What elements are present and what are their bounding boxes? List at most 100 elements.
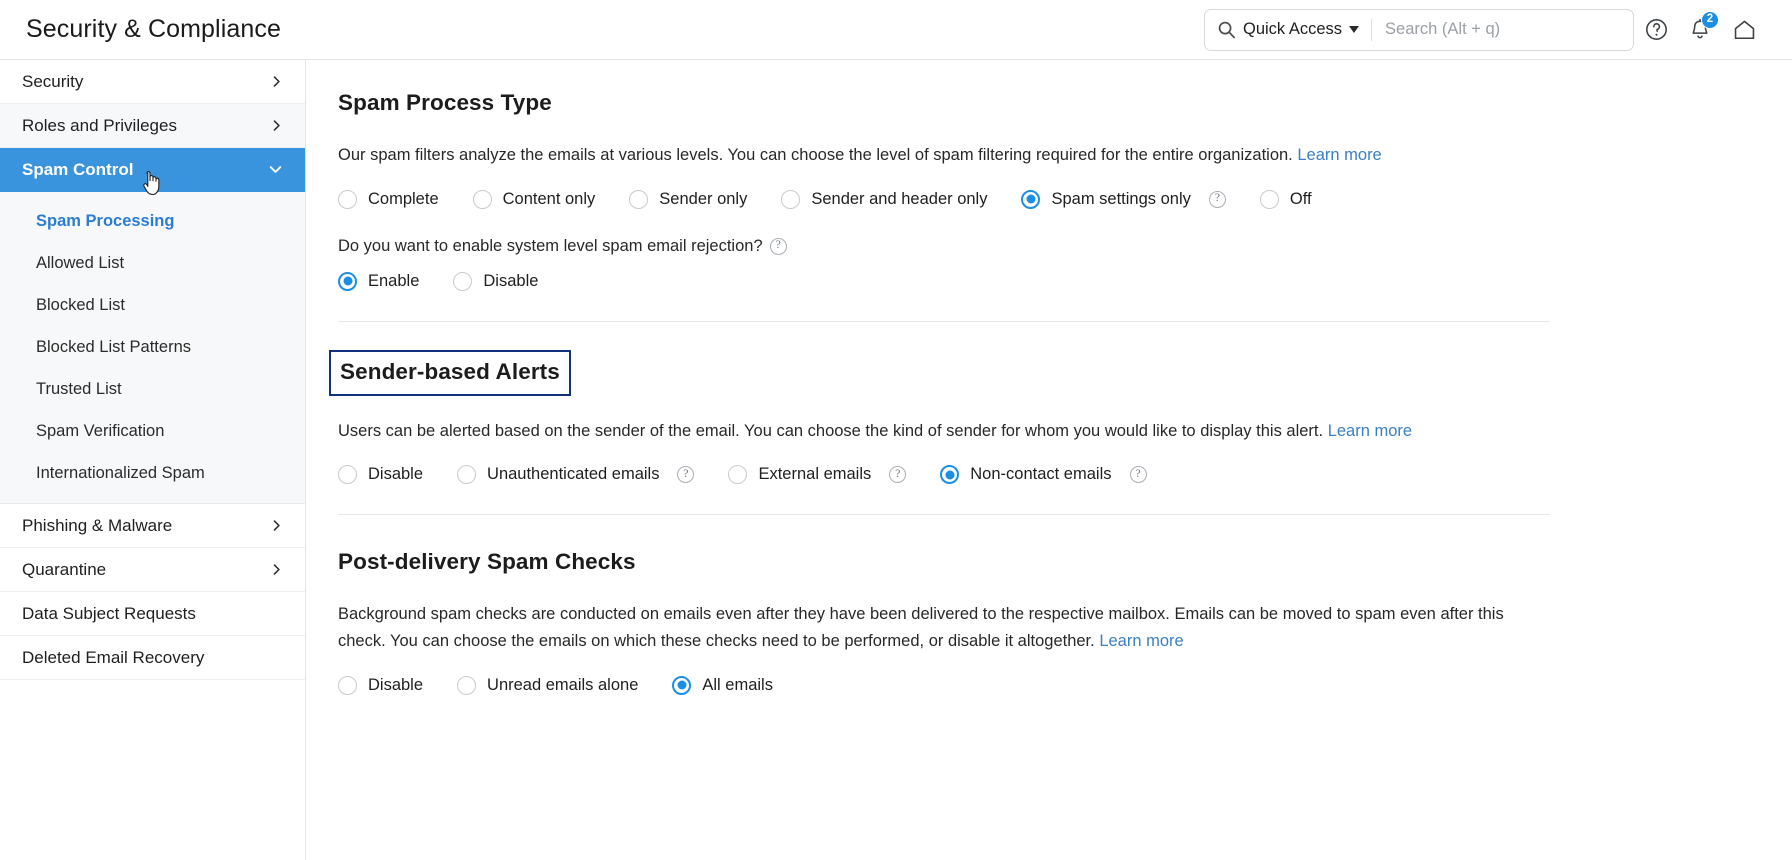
sidebar-item-blocked-list[interactable]: Blocked List — [0, 284, 305, 326]
chevron-right-icon — [270, 119, 283, 132]
sidebar-item-spam-control[interactable]: Spam Control — [0, 148, 305, 192]
radio-dot — [453, 271, 473, 291]
help-button[interactable] — [1634, 8, 1678, 52]
radio-label: Sender only — [659, 189, 748, 208]
sidebar-subitem-label: Allowed List — [36, 253, 125, 272]
post-delivery-spam-checks-description: Background spam checks are conducted on … — [338, 601, 1553, 654]
sidebar-item-quarantine[interactable]: Quarantine — [0, 548, 305, 592]
radio-complete[interactable]: Complete — [338, 186, 439, 213]
description-text: Our spam filters analyze the emails at v… — [338, 146, 1293, 164]
help-icon[interactable]: ? — [889, 466, 907, 484]
sidebar-item-spam-processing[interactable]: Spam Processing — [0, 200, 305, 242]
help-icon[interactable]: ? — [677, 466, 695, 484]
sidebar-item-label: Spam Control — [22, 159, 134, 179]
radio-all-emails[interactable]: All emails — [672, 672, 773, 699]
section-divider — [338, 514, 1550, 516]
section-divider — [338, 320, 1550, 322]
system-level-rejection-question: Do you want to enable system level spam … — [338, 237, 1740, 256]
radio-disable[interactable]: Disable — [453, 268, 538, 295]
radio-dot — [629, 189, 649, 209]
radio-dot — [781, 189, 801, 209]
sidebar: Security Roles and Privileges Spam Contr… — [0, 60, 306, 860]
sidebar-item-allowed-list[interactable]: Allowed List — [0, 242, 305, 284]
sidebar-subitem-label: Spam Verification — [36, 421, 165, 440]
help-icon[interactable]: ? — [1208, 190, 1226, 208]
help-icon[interactable]: ? — [1129, 466, 1147, 484]
radio-dot — [1259, 189, 1279, 209]
help-icon[interactable]: ? — [769, 237, 787, 255]
post-delivery-radio-group: Disable Unread emails alone All emails — [338, 672, 1740, 699]
spam-process-type-radio-group: Complete Content only Sender only Sender… — [338, 186, 1740, 213]
radio-label: Unauthenticated emails — [487, 465, 660, 484]
home-button[interactable] — [1722, 8, 1766, 52]
app-root: Security & Compliance Quick Access Searc… — [0, 0, 1792, 860]
sidebar-item-label: Phishing & Malware — [22, 515, 173, 535]
radio-label: Enable — [368, 271, 420, 290]
main-content: Spam Process Type Our spam filters analy… — [306, 60, 1792, 860]
radio-dot — [1021, 189, 1041, 209]
quick-access-label: Quick Access — [1243, 20, 1343, 38]
radio-unread-emails-alone[interactable]: Unread emails alone — [457, 672, 638, 699]
radio-label: Sender and header only — [811, 189, 988, 208]
search-divider — [1371, 18, 1373, 41]
radio-enable[interactable]: Enable — [338, 268, 419, 295]
section-post-delivery-spam-checks: Post-delivery Spam Checks Background spa… — [338, 521, 1740, 712]
sidebar-item-label: Security — [22, 71, 84, 91]
sidebar-item-label: Roles and Privileges — [22, 115, 177, 135]
radio-unauthenticated-emails[interactable]: Unauthenticated emails ? — [457, 461, 695, 488]
radio-sender-and-header-only[interactable]: Sender and header only — [781, 186, 987, 213]
search-icon — [1217, 20, 1236, 39]
sidebar-item-spam-verification[interactable]: Spam Verification — [0, 410, 305, 452]
top-bar-actions: Quick Access Search (Alt + q) 2 — [1204, 8, 1766, 52]
sidebar-subitem-label: Blocked List Patterns — [36, 337, 191, 356]
quick-access-dropdown[interactable]: Quick Access — [1243, 20, 1360, 39]
search-input[interactable] — [1385, 20, 1621, 39]
notifications-button[interactable]: 2 — [1678, 8, 1722, 52]
radio-sender-only[interactable]: Sender only — [629, 186, 747, 213]
question-label: Do you want to enable system level spam … — [338, 236, 763, 255]
help-circle-icon — [1644, 17, 1669, 42]
sidebar-item-security[interactable]: Security — [0, 60, 305, 104]
sender-based-alerts-radio-group: Disable Unauthenticated emails ? Externa… — [338, 461, 1740, 488]
sidebar-item-phishing-and-malware[interactable]: Phishing & Malware — [0, 504, 305, 548]
radio-label: Unread emails alone — [487, 675, 639, 694]
sidebar-item-label: Deleted Email Recovery — [22, 647, 205, 667]
global-search-bar[interactable]: Quick Access — [1204, 8, 1634, 51]
description-text: Users can be alerted based on the sender… — [338, 421, 1324, 440]
notification-badge: 2 — [1701, 10, 1719, 29]
chevron-right-icon — [270, 519, 283, 532]
sender-based-alerts-description: Users can be alerted based on the sender… — [338, 418, 1553, 445]
radio-dot — [457, 675, 477, 695]
radio-spam-settings-only[interactable]: Spam settings only ? — [1021, 186, 1226, 213]
radio-post-delivery-disable[interactable]: Disable — [338, 672, 423, 699]
page-title: Security & Compliance — [26, 15, 281, 43]
learn-more-link-post-delivery[interactable]: Learn more — [1099, 632, 1183, 650]
chevron-right-icon — [270, 75, 283, 88]
sidebar-item-internationalized-spam[interactable]: Internationalized Spam — [0, 452, 305, 494]
section-title-sender-based-alerts[interactable]: Sender-based Alerts — [329, 349, 571, 396]
radio-off[interactable]: Off — [1259, 186, 1312, 213]
radio-label: All emails — [702, 675, 773, 694]
sidebar-subitem-label: Trusted List — [36, 379, 122, 398]
radio-non-contact-emails[interactable]: Non-contact emails ? — [940, 461, 1147, 488]
learn-more-link-spam-process-type[interactable]: Learn more — [1297, 146, 1381, 164]
radio-dot — [338, 189, 357, 209]
top-bar: Security & Compliance Quick Access Searc… — [0, 0, 1792, 60]
sidebar-item-deleted-email-recovery[interactable]: Deleted Email Recovery — [0, 636, 305, 680]
radio-label: Non-contact emails — [970, 465, 1112, 484]
radio-dot — [457, 465, 477, 485]
sidebar-item-data-subject-requests[interactable]: Data Subject Requests — [0, 592, 305, 636]
sidebar-item-label: Quarantine — [22, 559, 107, 579]
radio-external-emails[interactable]: External emails ? — [728, 461, 907, 488]
radio-label: Disable — [483, 271, 539, 290]
radio-alerts-disable[interactable]: Disable — [338, 461, 423, 488]
sidebar-item-trusted-list[interactable]: Trusted List — [0, 368, 305, 410]
sidebar-item-roles-and-privileges[interactable]: Roles and Privileges — [0, 104, 305, 148]
learn-more-link-sender-based-alerts[interactable]: Learn more — [1328, 422, 1412, 440]
sidebar-item-blocked-list-patterns[interactable]: Blocked List Patterns — [0, 326, 305, 368]
radio-label: External emails — [758, 465, 872, 484]
sidebar-subitem-label: Blocked List — [36, 295, 125, 314]
system-level-rejection-radio-group: Enable Disable — [338, 268, 1740, 295]
radio-content-only[interactable]: Content only — [472, 186, 595, 213]
section-spam-process-type: Spam Process Type Our spam filters analy… — [338, 90, 1740, 328]
